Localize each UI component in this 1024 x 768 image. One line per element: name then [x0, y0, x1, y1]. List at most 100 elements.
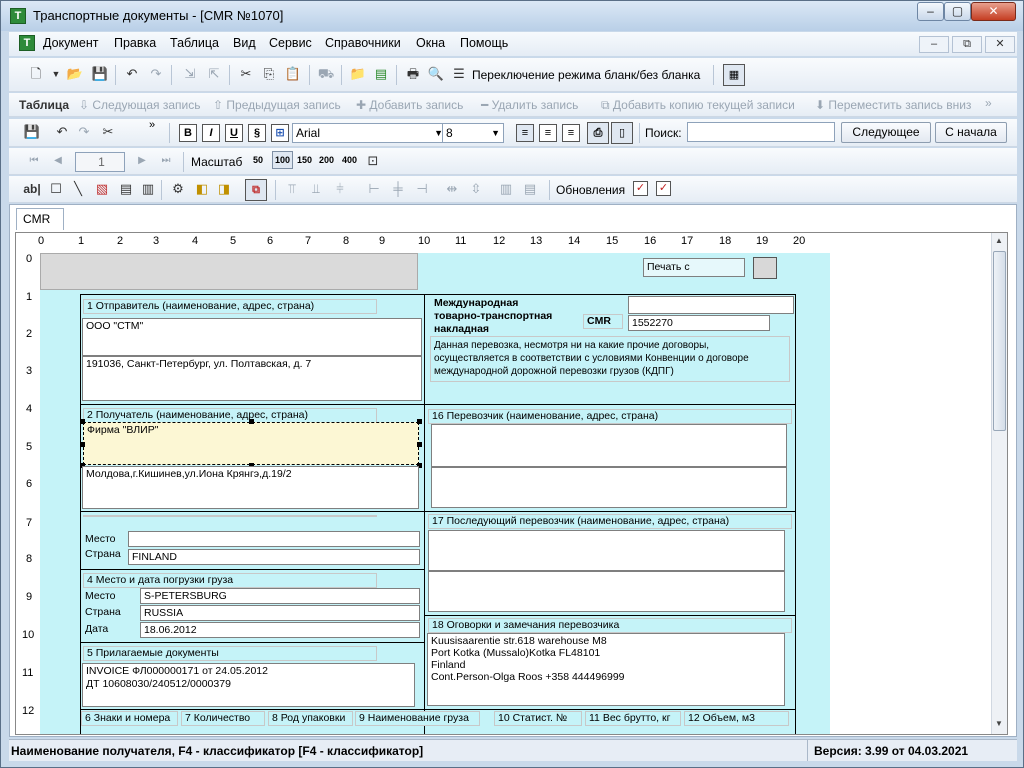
undo-icon[interactable]: ↶ [123, 65, 141, 83]
last-page-icon[interactable]: ⏭ [157, 152, 175, 170]
save-icon[interactable]: 💾 [91, 65, 109, 83]
fit-page-icon[interactable]: ⊡ [364, 152, 382, 170]
blank-mode-toggle-icon[interactable]: ▦ [723, 64, 745, 86]
properties-icon[interactable]: ⚙ [169, 180, 187, 198]
resize-handle[interactable] [80, 442, 85, 447]
import-icon[interactable]: ⇲ [181, 65, 199, 83]
new-document-icon[interactable]: 🗋 [27, 65, 45, 83]
stamp-icon[interactable]: ⛟ [317, 65, 335, 83]
scroll-thumb[interactable] [993, 251, 1006, 431]
open-folder-icon[interactable]: 📂 [66, 65, 84, 83]
mdi-close-button[interactable]: ✕ [985, 36, 1015, 53]
copy-icon[interactable]: ⎘ [260, 65, 278, 83]
line-tool-icon[interactable]: ╲ [69, 180, 87, 198]
align-left-edge-icon[interactable]: ⊢ [365, 180, 383, 198]
save-small-icon[interactable]: 💾 [23, 123, 41, 141]
paste-icon[interactable]: 📋 [284, 65, 302, 83]
update-checkbox-1[interactable]: ✓ [633, 181, 648, 196]
folder-icon[interactable]: 📁 [349, 65, 367, 83]
italic-icon[interactable]: I [202, 124, 220, 142]
delete-record-button[interactable]: ━ Удалить запись [481, 98, 578, 112]
menu-view[interactable]: Вид [233, 36, 256, 50]
update-checkbox-2[interactable]: ✓ [656, 181, 671, 196]
print-icon[interactable]: 🖶 [404, 65, 422, 83]
font-select[interactable]: Arial ▼ [292, 123, 447, 143]
menu-windows[interactable]: Окна [416, 36, 445, 50]
align-center-icon[interactable]: ≡ [539, 124, 557, 142]
export-excel-icon[interactable]: ▤ [372, 65, 390, 83]
symbol-icon[interactable]: § [248, 124, 266, 142]
loading-country-field[interactable]: RUSSIA [140, 605, 420, 621]
page-number-input[interactable]: 1 [75, 152, 125, 172]
border-icon[interactable]: ⊞ [271, 124, 289, 142]
font-size-select[interactable]: 8 ▼ [442, 123, 504, 143]
align-middle-icon[interactable]: ⫫ [307, 180, 325, 198]
next-page-icon[interactable]: ▶ [133, 152, 151, 170]
sender-name-field[interactable]: ООО "СТМ" [82, 318, 422, 356]
loading-date-field[interactable]: 18.06.2012 [140, 622, 420, 638]
emblem-checkbox[interactable] [753, 257, 777, 279]
resize-handle[interactable] [80, 419, 85, 424]
barcode-tool-icon[interactable]: ▥ [139, 180, 157, 198]
undo-small-icon[interactable]: ↶ [53, 123, 71, 141]
delivery-country-field[interactable]: FINLAND [128, 549, 420, 565]
next-record-button[interactable]: ⇩ Следующая запись [79, 98, 200, 112]
underline-icon[interactable]: U [225, 124, 243, 142]
scroll-down-icon[interactable]: ▼ [995, 719, 1003, 728]
space-vertical-icon[interactable]: ⇳ [467, 180, 485, 198]
bring-front-icon[interactable]: ◧ [193, 180, 211, 198]
prev-page-icon[interactable]: ◀ [49, 152, 67, 170]
more-chevron-icon[interactable]: » [985, 96, 992, 110]
tab-order-icon[interactable]: ⧉ [245, 179, 267, 201]
menu-service[interactable]: Сервис [269, 36, 312, 50]
close-button[interactable]: ✕ [971, 2, 1016, 21]
menu-document[interactable]: Документ [43, 36, 98, 50]
zoom-100-button[interactable]: 100 [272, 151, 294, 169]
mode-toggle-label[interactable]: Переключение режима бланк/без бланка [472, 68, 700, 82]
move-down-button[interactable]: ⬇ Переместить запись вниз [815, 98, 971, 112]
carrier-field-2[interactable] [431, 467, 787, 508]
zoom-200-button[interactable]: 200 [319, 155, 334, 165]
maximize-button[interactable]: ▢ [944, 2, 971, 21]
align-bottom-icon[interactable]: ⫩ [331, 180, 349, 198]
add-copy-button[interactable]: ⧉ Добавить копию текущей записи [601, 98, 795, 113]
page-icon[interactable]: ▯ [611, 122, 633, 144]
carrier-field-1[interactable] [431, 424, 787, 467]
mdi-restore-button[interactable]: ⧉ [952, 36, 982, 53]
export-icon[interactable]: ⇱ [205, 65, 223, 83]
delivery-place-field[interactable] [128, 531, 420, 547]
bold-icon[interactable]: B [179, 124, 197, 142]
redo-small-icon[interactable]: ↷ [75, 123, 93, 141]
same-width-icon[interactable]: ▥ [497, 180, 515, 198]
send-back-icon[interactable]: ◨ [215, 180, 233, 198]
vertical-scrollbar[interactable]: ▲ ▼ [991, 233, 1007, 734]
remarks-field[interactable]: Kuusisaarentie str.618 warehouse M8 Port… [427, 633, 785, 706]
menu-references[interactable]: Справочники [325, 36, 401, 50]
zoom-150-button[interactable]: 150 [297, 155, 312, 165]
search-input[interactable] [687, 122, 835, 142]
rectangle-tool-icon[interactable]: ☐ [47, 180, 65, 198]
mdi-minimize-button[interactable]: ‒ [919, 36, 949, 53]
same-height-icon[interactable]: ▤ [521, 180, 539, 198]
print-emblem-label[interactable]: Печать с эмблемой [643, 258, 745, 277]
align-right-edge-icon[interactable]: ⊣ [413, 180, 431, 198]
print-preview-icon[interactable]: 🔍 [427, 65, 445, 83]
more-chevron-icon[interactable]: » [149, 119, 155, 131]
image-tool-icon[interactable]: ▧ [93, 180, 111, 198]
tab-cmr[interactable]: CMR [16, 208, 64, 230]
sender-address-field[interactable]: 191036, Санкт-Петербург, ул. Полтавская,… [82, 356, 422, 401]
new-dropdown-icon[interactable]: ▼ [47, 65, 65, 83]
search-next-button[interactable]: Следующее [841, 122, 931, 143]
zoom-50-button[interactable]: 50 [253, 155, 263, 165]
space-horizontal-icon[interactable]: ⇹ [443, 180, 461, 198]
print-frame-icon[interactable]: ⎙ [587, 122, 609, 144]
zoom-400-button[interactable]: 400 [342, 155, 357, 165]
menu-edit[interactable]: Правка [114, 36, 156, 50]
minimize-button[interactable]: ‒ [917, 2, 944, 21]
prev-record-button[interactable]: ⇧ Предыдущая запись [213, 98, 341, 112]
menu-table[interactable]: Таблица [170, 36, 219, 50]
scroll-up-icon[interactable]: ▲ [995, 236, 1003, 245]
align-center-v-icon[interactable]: ╪ [389, 180, 407, 198]
redo-icon[interactable]: ↷ [147, 65, 165, 83]
cmr-top-field[interactable] [628, 296, 794, 314]
